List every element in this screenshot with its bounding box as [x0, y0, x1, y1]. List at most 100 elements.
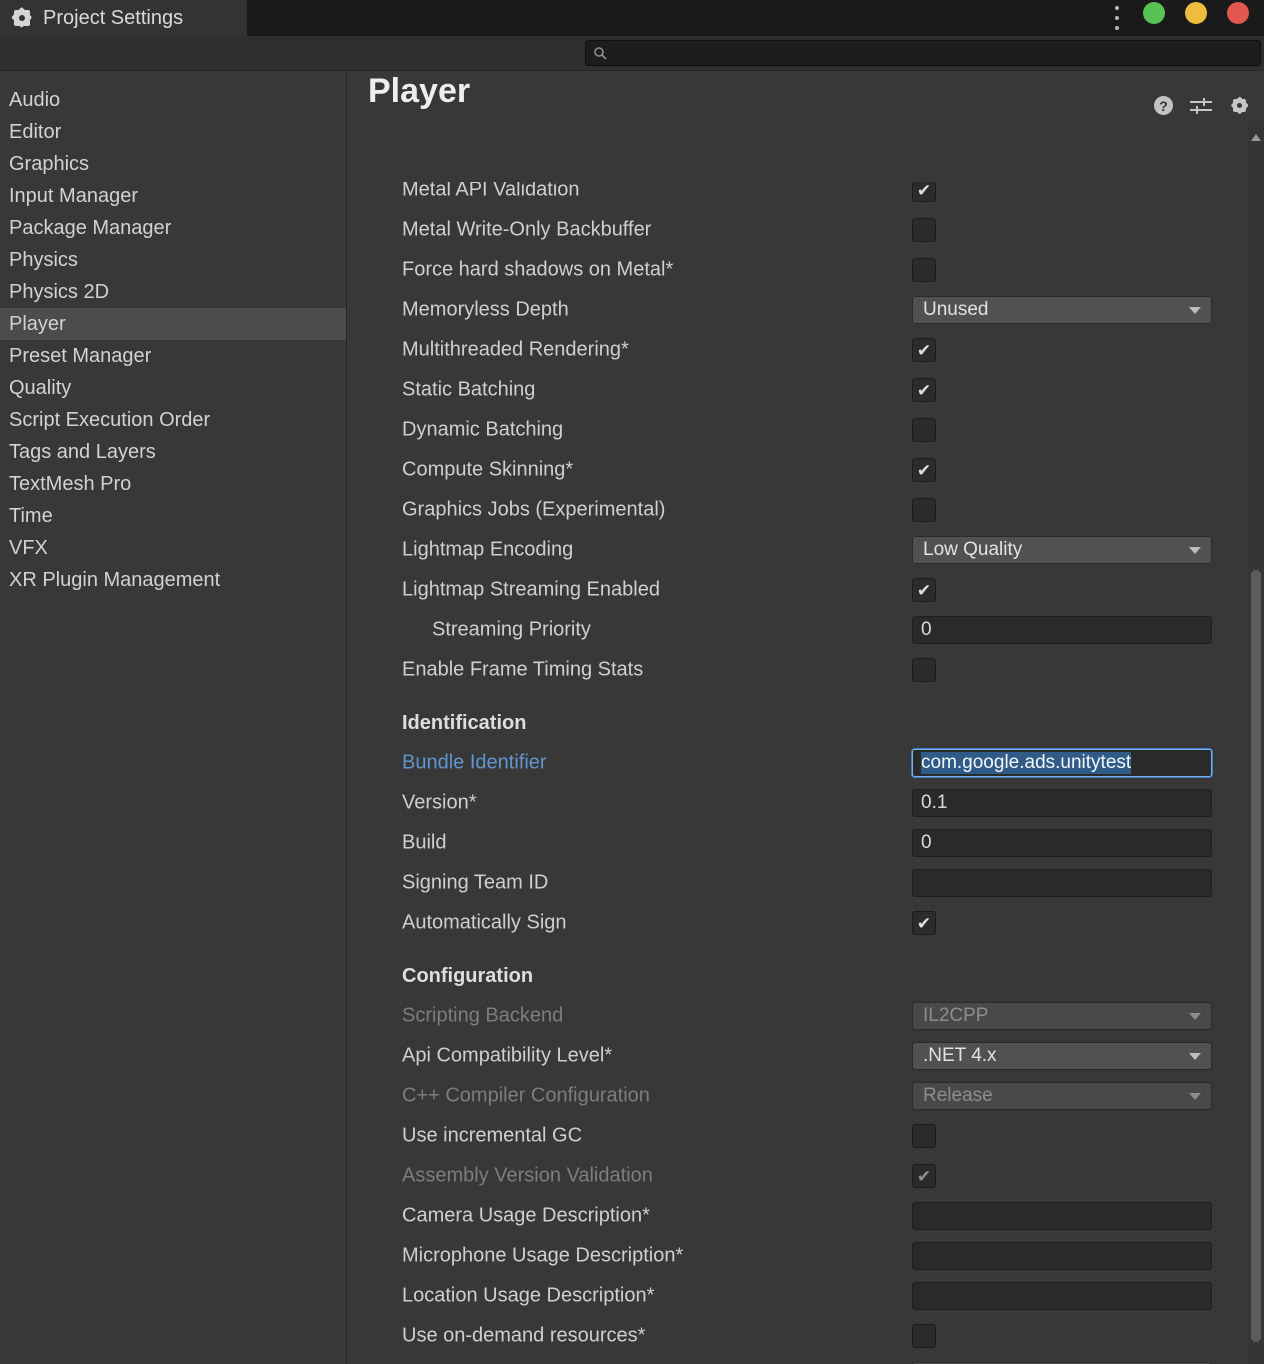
setting-label-camera-usage-description: Camera Usage Description*: [402, 1205, 650, 1228]
sidebar-item-physics[interactable]: Physics: [0, 244, 346, 276]
traffic-light-red[interactable]: [1227, 2, 1249, 24]
setting-label-compute-skinning: Compute Skinning*: [402, 459, 573, 482]
enable-frame-timing-stats-checkbox[interactable]: [912, 658, 936, 682]
search-box[interactable]: [585, 40, 1261, 66]
metal-write-only-backbuffer-checkbox[interactable]: [912, 218, 936, 242]
field-value: com.google.ads.unitytest: [921, 752, 1131, 774]
setting-label-assembly-version-validation: Assembly Version Validation: [402, 1165, 653, 1188]
dynamic-batching-checkbox[interactable]: [912, 418, 936, 442]
field-value: 0: [921, 619, 932, 641]
signing-team-id-field[interactable]: [912, 869, 1212, 897]
setting-row-api-compatibility-level: Api Compatibility Level*.NET 4.x: [348, 1036, 1248, 1076]
setting-row-assembly-version-validation: Assembly Version Validation ✔: [348, 1156, 1248, 1196]
setting-label-graphics-jobs-experimental: Graphics Jobs (Experimental): [402, 499, 665, 522]
page-title: Player: [368, 72, 470, 111]
c-compiler-configuration-dropdown[interactable]: Release: [912, 1082, 1212, 1110]
compute-skinning-checkbox[interactable]: ✔: [912, 458, 936, 482]
setting-label-memoryless-depth: Memoryless Depth: [402, 299, 569, 322]
setting-row-location-usage-description: Location Usage Description*: [348, 1276, 1248, 1316]
setting-label-force-hard-shadows-on-metal: Force hard shadows on Metal*: [402, 259, 673, 282]
lightmap-encoding-dropdown[interactable]: Low Quality: [912, 536, 1212, 564]
lightmap-streaming-enabled-checkbox[interactable]: ✔: [912, 578, 936, 602]
sidebar-item-editor[interactable]: Editor: [0, 116, 346, 148]
scrollbar[interactable]: [1248, 127, 1264, 1364]
setting-row-camera-usage-description: Camera Usage Description*: [348, 1196, 1248, 1236]
scroll-up-icon[interactable]: [1251, 134, 1261, 141]
multithreaded-rendering-checkbox[interactable]: ✔: [912, 338, 936, 362]
sidebar-item-xr-plugin-management[interactable]: XR Plugin Management: [0, 564, 346, 596]
setting-label-signing-team-id: Signing Team ID: [402, 872, 548, 895]
assembly-version-validation-checkbox[interactable]: ✔: [912, 1164, 936, 1188]
sidebar-item-player[interactable]: Player: [0, 308, 346, 340]
sidebar-item-audio[interactable]: Audio: [0, 84, 346, 116]
setting-row-microphone-usage-description: Microphone Usage Description*: [348, 1236, 1248, 1276]
traffic-light-green[interactable]: [1143, 2, 1165, 24]
window-title: Project Settings: [43, 7, 183, 30]
graphics-jobs-experimental-checkbox[interactable]: [912, 498, 936, 522]
player-settings-panel: Player ? Metal API Validation✔Metal Writ…: [348, 71, 1264, 1364]
memoryless-depth-dropdown[interactable]: Unused: [912, 296, 1212, 324]
presets-icon[interactable]: [1190, 98, 1212, 114]
setting-label-build: Build: [402, 832, 446, 855]
use-on-demand-resources-checkbox[interactable]: [912, 1324, 936, 1348]
static-batching-checkbox[interactable]: ✔: [912, 378, 936, 402]
project-settings-tab[interactable]: Project Settings: [0, 0, 247, 36]
scripting-backend-dropdown[interactable]: IL2CPP: [912, 1002, 1212, 1030]
sidebar-item-graphics[interactable]: Graphics: [0, 148, 346, 180]
setting-row-metal-write-only-backbuffer: Metal Write-Only Backbuffer: [348, 210, 1248, 250]
section-header-identification: Identification: [348, 703, 1248, 743]
chevron-down-icon: [1189, 1093, 1201, 1100]
sidebar-item-tags-and-layers[interactable]: Tags and Layers: [0, 436, 346, 468]
sidebar-item-package-manager[interactable]: Package Manager: [0, 212, 346, 244]
setting-row-automatically-sign: Automatically Sign✔: [348, 903, 1248, 943]
help-icon[interactable]: ?: [1154, 96, 1173, 115]
search-input[interactable]: [613, 44, 1260, 62]
location-usage-description-field[interactable]: [912, 1282, 1212, 1310]
setting-label-version: Version*: [402, 792, 477, 815]
setting-row-force-hard-shadows-on-metal: Force hard shadows on Metal*: [348, 250, 1248, 290]
dropdown-value: Low Quality: [923, 539, 1189, 561]
window-titlebar: Project Settings: [0, 0, 1264, 36]
microphone-usage-description-field[interactable]: [912, 1242, 1212, 1270]
setting-label-metal-write-only-backbuffer: Metal Write-Only Backbuffer: [402, 219, 651, 242]
scrollbar-thumb[interactable]: [1251, 570, 1261, 1342]
setting-label-c-compiler-configuration: C++ Compiler Configuration: [402, 1085, 650, 1108]
sidebar-item-quality[interactable]: Quality: [0, 372, 346, 404]
bundle-identifier-field[interactable]: com.google.ads.unitytest: [912, 749, 1212, 777]
chevron-down-icon: [1189, 1053, 1201, 1060]
search-toolbar: [0, 36, 1264, 71]
setting-label-location-usage-description: Location Usage Description*: [402, 1285, 654, 1308]
version-field[interactable]: 0.1: [912, 789, 1212, 817]
setting-label-scripting-backend: Scripting Backend: [402, 1005, 563, 1028]
force-hard-shadows-on-metal-checkbox[interactable]: [912, 258, 936, 282]
sidebar-item-time[interactable]: Time: [0, 500, 346, 532]
sidebar-item-input-manager[interactable]: Input Manager: [0, 180, 346, 212]
automatically-sign-checkbox[interactable]: ✔: [912, 911, 936, 935]
setting-row-c-compiler-configuration: C++ Compiler Configuration Release: [348, 1076, 1248, 1116]
sidebar-item-script-execution-order[interactable]: Script Execution Order: [0, 404, 346, 436]
sidebar-item-preset-manager[interactable]: Preset Manager: [0, 340, 346, 372]
traffic-light-yellow[interactable]: [1185, 2, 1207, 24]
setting-label-enable-frame-timing-stats: Enable Frame Timing Stats: [402, 659, 643, 682]
dropdown-value: IL2CPP: [923, 1005, 1189, 1027]
use-incremental-gc-checkbox[interactable]: [912, 1124, 936, 1148]
dropdown-value: Release: [923, 1085, 1189, 1107]
checkmark-icon: ✔: [917, 182, 931, 199]
api-compatibility-level-dropdown[interactable]: .NET 4.x: [912, 1042, 1212, 1070]
chevron-down-icon: [1189, 1013, 1201, 1020]
sidebar-item-vfx[interactable]: VFX: [0, 532, 346, 564]
setting-row-use-incremental-gc: Use incremental GC: [348, 1116, 1248, 1156]
setting-row-version: Version* 0.1: [348, 783, 1248, 823]
setting-row-graphics-jobs-experimental: Graphics Jobs (Experimental): [348, 490, 1248, 530]
streaming-priority-field[interactable]: 0: [912, 616, 1212, 644]
build-field[interactable]: 0: [912, 829, 1212, 857]
camera-usage-description-field[interactable]: [912, 1202, 1212, 1230]
gear-icon[interactable]: [1229, 95, 1250, 116]
window-menu-icon[interactable]: [1114, 6, 1120, 30]
sidebar-item-physics-2d[interactable]: Physics 2D: [0, 276, 346, 308]
dropdown-value: Unused: [923, 299, 1189, 321]
metal-api-validation-checkbox[interactable]: ✔: [912, 182, 936, 202]
sidebar-item-textmesh-pro[interactable]: TextMesh Pro: [0, 468, 346, 500]
section-header-configuration: Configuration: [348, 956, 1248, 996]
setting-label-static-batching: Static Batching: [402, 379, 535, 402]
